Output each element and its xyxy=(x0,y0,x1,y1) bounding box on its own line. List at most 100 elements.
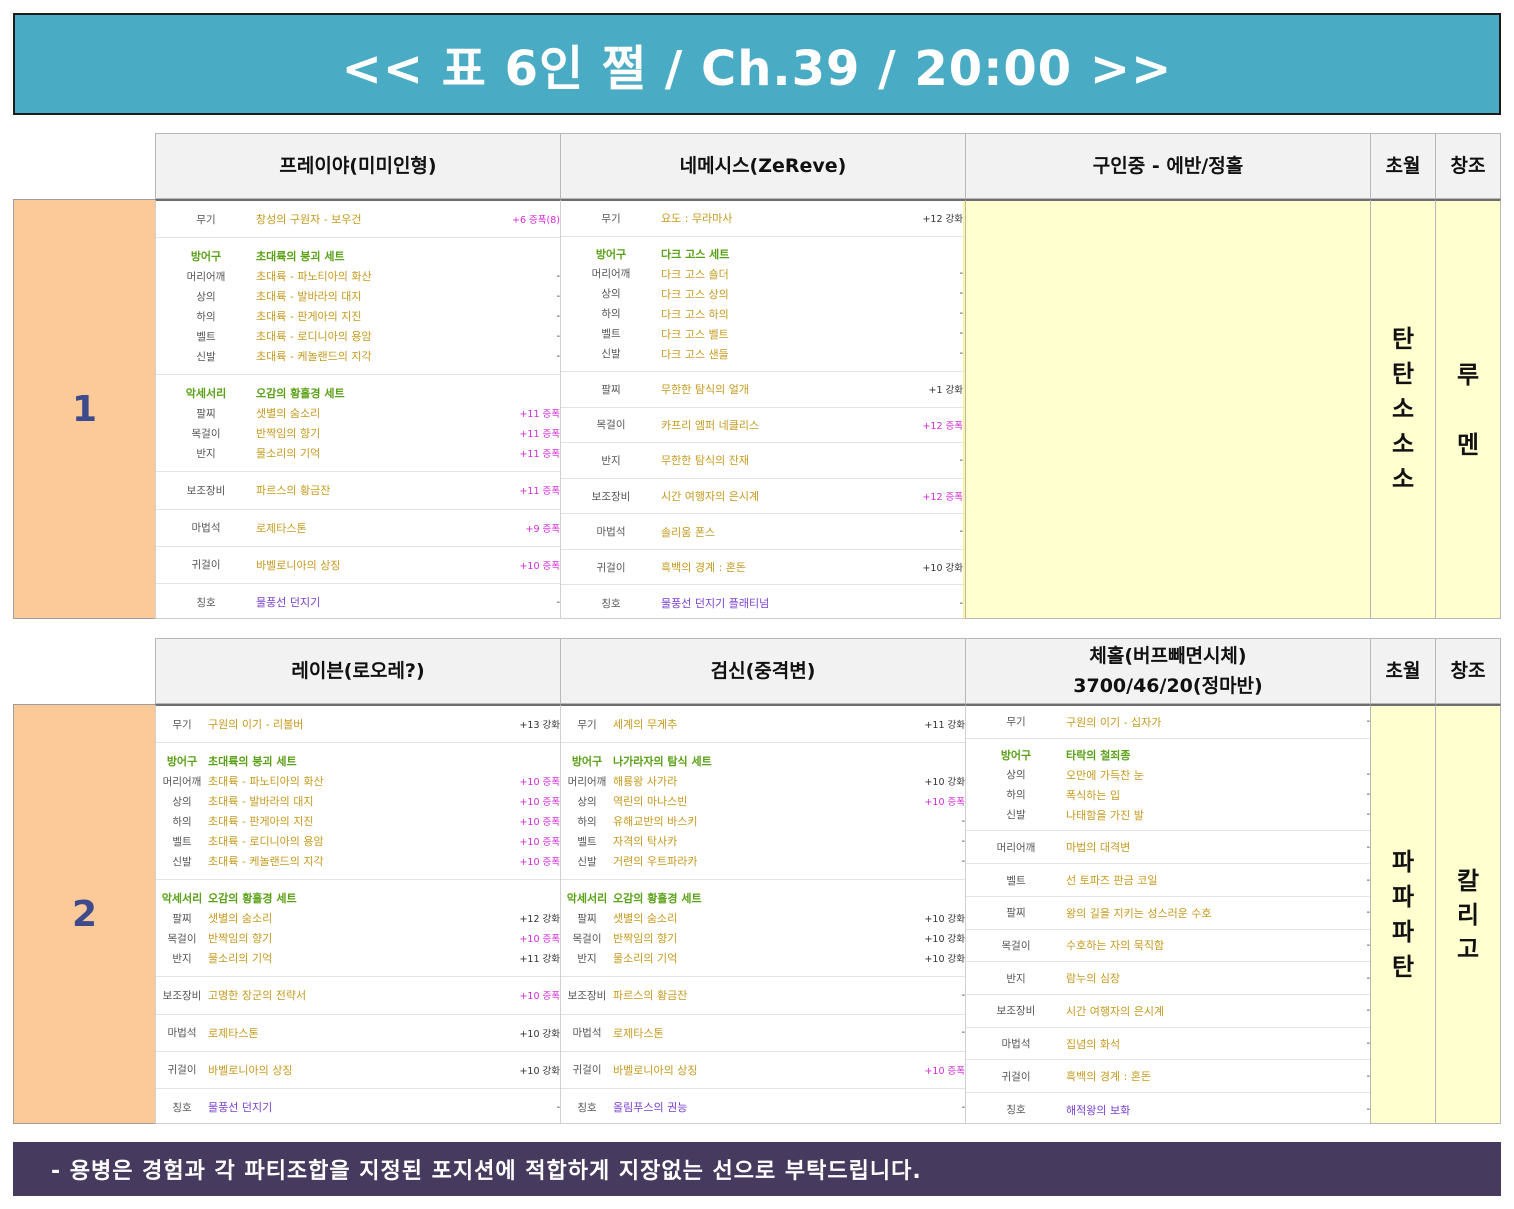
item-upgrade: - xyxy=(1366,1038,1370,1050)
item-upgrade: - xyxy=(1366,874,1370,886)
vertical-char: 칼 xyxy=(1456,866,1480,895)
slot-label: 신발 xyxy=(172,855,192,868)
equipment-row: 상의 다크 고스 상의 - xyxy=(561,284,963,304)
item-upgrade: +10 강화 xyxy=(924,777,965,789)
item-upgrade: +12 강화 xyxy=(922,214,963,226)
item-name: 반짝임의 향기 xyxy=(208,932,273,946)
item-upgrade: +12 증폭 xyxy=(922,420,963,432)
equipment-group: 마법석 로제타스톤 +10 강화 xyxy=(156,1015,560,1052)
equipment-group: 칭호 물풍선 던지기 - xyxy=(156,1089,560,1123)
equipment-row: 귀걸이 바벨로니아의 상징 +10 증폭 xyxy=(561,1060,966,1080)
slot-label: 머리어깨 xyxy=(591,268,631,281)
item-name: 물풍선 던지기 플래티넘 xyxy=(661,597,770,611)
equipment-row: 머리어깨 다크 고스 숄더 - xyxy=(561,264,963,284)
slot-label: 목걸이 xyxy=(572,932,602,945)
item-upgrade: +13 강화 xyxy=(519,720,560,732)
slot-label: 상의 xyxy=(1006,769,1026,782)
equipment-group: 칭호 올림푸스의 권능 - xyxy=(561,1089,965,1123)
equipment-row: 마법석 로제타스톤 +10 강화 xyxy=(156,1023,561,1043)
item-name: 해룡왕 사가라 xyxy=(613,775,678,789)
equipment-group: 팔찌 무한한 탐식의 얼개 +1 강화 xyxy=(561,372,965,408)
item-name: 샛별의 숨소리 xyxy=(256,407,321,421)
item-upgrade: +6 증폭(8) xyxy=(512,215,560,227)
slot-label: 칭호 xyxy=(577,1101,597,1114)
equipment-list: 무기 구원의 이기 - 리볼버 +13 강화 방어구 초대륙의 붕괴 세트 머리어깨 초대륙… xyxy=(155,704,561,1124)
creation-header: 창조 xyxy=(1435,638,1501,704)
slot-label: 벨트 xyxy=(577,835,597,848)
page-title: << 표 6인 쩔 / Ch.39 / 20:00 >> xyxy=(341,41,1173,97)
item-name: 왕의 길을 지키는 성스러운 수호 xyxy=(1066,906,1212,920)
slot-label: 방어구 xyxy=(166,755,198,769)
equipment-group: 벨트 선 토파즈 판금 코일 - xyxy=(966,864,1370,897)
item-upgrade: - xyxy=(1366,841,1370,853)
equipment-group: 악세서리 오감의 황홀경 세트팔찌 샛별의 숨소리 +11 증폭 목걸이 반짝임의 향기 +… xyxy=(156,375,561,473)
equipment-row: 벨트 선 토파즈 판금 코일 - xyxy=(966,870,1370,890)
equipment-row: 무기 구원의 이기 - 십자가 - xyxy=(966,712,1370,732)
slot-label: 무기 xyxy=(601,212,621,225)
equipment-row: 목걸이 반짝임의 향기 +11 증폭 xyxy=(156,423,561,443)
equipment-row: 방어구 초대륙의 붕괴 세트 xyxy=(156,751,560,771)
vertical-char: 파 xyxy=(1391,847,1415,876)
slot-label: 마법석 xyxy=(572,1027,602,1040)
item-upgrade: - xyxy=(1366,907,1370,919)
item-name: 초대륙 - 판게아의 지진 xyxy=(256,310,362,324)
item-upgrade: +10 증폭 xyxy=(924,797,965,809)
transcend-header: 초월 xyxy=(1370,638,1436,704)
item-name: 시간 여행자의 은시계 xyxy=(661,490,760,503)
item-upgrade: - xyxy=(1366,1005,1370,1017)
slot-label: 하의 xyxy=(1006,789,1026,802)
item-name: 폭식하는 입 xyxy=(1066,788,1121,802)
slot-label: 목걸이 xyxy=(191,427,221,440)
item-name: 물소리의 기억 xyxy=(256,447,321,461)
item-upgrade: +10 강화 xyxy=(922,563,963,575)
item-upgrade: +9 증폭 xyxy=(525,523,560,535)
vertical-char: 리 xyxy=(1456,900,1480,929)
equipment-row: 반지 물소리의 기억 +10 강화 xyxy=(561,948,965,968)
slot-label: 반지 xyxy=(577,952,597,965)
item-upgrade: +11 증폭 xyxy=(519,449,560,461)
slot-label: 팔찌 xyxy=(172,912,192,925)
equipment-row: 보조장비 고명한 장군의 전략서 +10 증폭 xyxy=(156,985,560,1005)
equipment-row: 상의 초대륙 - 발바라의 대지 - xyxy=(156,286,560,306)
slot-label: 하의 xyxy=(172,815,192,828)
member-name: 구인중 - 에반/정홀 xyxy=(1092,154,1244,177)
item-upgrade: - xyxy=(961,835,965,847)
member-header: 검신(중격변) xyxy=(560,638,966,704)
equipment-row: 목걸이 카프리 엠퍼 네클리스 +12 증폭 xyxy=(561,415,964,435)
slot-label: 팔찌 xyxy=(196,407,216,420)
equipment-row: 팔찌 샛별의 숨소리 +11 증폭 xyxy=(156,403,560,423)
equipment-row: 신발 초대륙 - 케놀랜드의 지각 - xyxy=(156,346,560,366)
item-name: 마법의 대격변 xyxy=(1066,841,1131,855)
equipment-group: 반지 무한한 탐식의 잔재 - xyxy=(561,443,965,479)
slot-label: 악세서리 xyxy=(566,892,608,906)
item-name: 다크 고스 숄더 xyxy=(661,267,729,281)
slot-label: 상의 xyxy=(577,795,597,808)
item-name: 로제타스톤 xyxy=(256,521,307,535)
equipment-row: 상의 오만에 가득찬 눈 - xyxy=(966,765,1370,785)
item-upgrade: - xyxy=(556,330,560,342)
item-name: 바벨로니아의 상징 xyxy=(613,1063,698,1077)
slot-label: 악세서리 xyxy=(161,892,203,906)
equipment-row: 벨트 다크 고스 벨트 - xyxy=(561,324,963,344)
item-name: 창성의 구원자 - 보우건 xyxy=(256,213,362,227)
equipment-row: 무기 구원의 이기 - 리볼버 +13 강화 xyxy=(156,714,560,734)
slot-label: 무기 xyxy=(172,718,192,731)
equipment-row: 상의 초대륙 - 발바라의 대지 +10 증폭 xyxy=(156,791,560,811)
equipment-row: 신발 다크 고스 샌들 - xyxy=(561,344,963,364)
item-name: 다크 고스 벨트 xyxy=(661,327,729,341)
slot-label: 하의 xyxy=(577,815,597,828)
equipment-row: 팔찌 무한한 탐식의 얼개 +1 강화 xyxy=(561,379,963,399)
equipment-row: 악세서리 오감의 황홀경 세트 xyxy=(156,383,560,403)
equipment-row: 벨트 초대륙 - 로디니아의 용암 - xyxy=(156,326,560,346)
item-name: 초대륙의 붕괴 세트 xyxy=(208,755,297,769)
item-upgrade: +11 강화 xyxy=(519,954,560,966)
item-upgrade: +10 강화 xyxy=(519,1065,560,1077)
transcend-header: 초월 xyxy=(1370,133,1436,199)
slot-label: 무기 xyxy=(1006,716,1026,729)
item-upgrade: +10 증폭 xyxy=(519,817,560,829)
equipment-group: 보조장비 파르스의 황금잔 +11 증폭 xyxy=(156,472,560,510)
equipment-row: 귀걸이 흑백의 경계 : 혼돈 +10 강화 xyxy=(561,557,964,577)
equipment-row: 귀걸이 바벨로니아의 상징 +10 강화 xyxy=(156,1060,561,1080)
slot-label: 보조장비 xyxy=(996,1005,1036,1018)
item-upgrade: +12 증폭 xyxy=(922,492,963,503)
